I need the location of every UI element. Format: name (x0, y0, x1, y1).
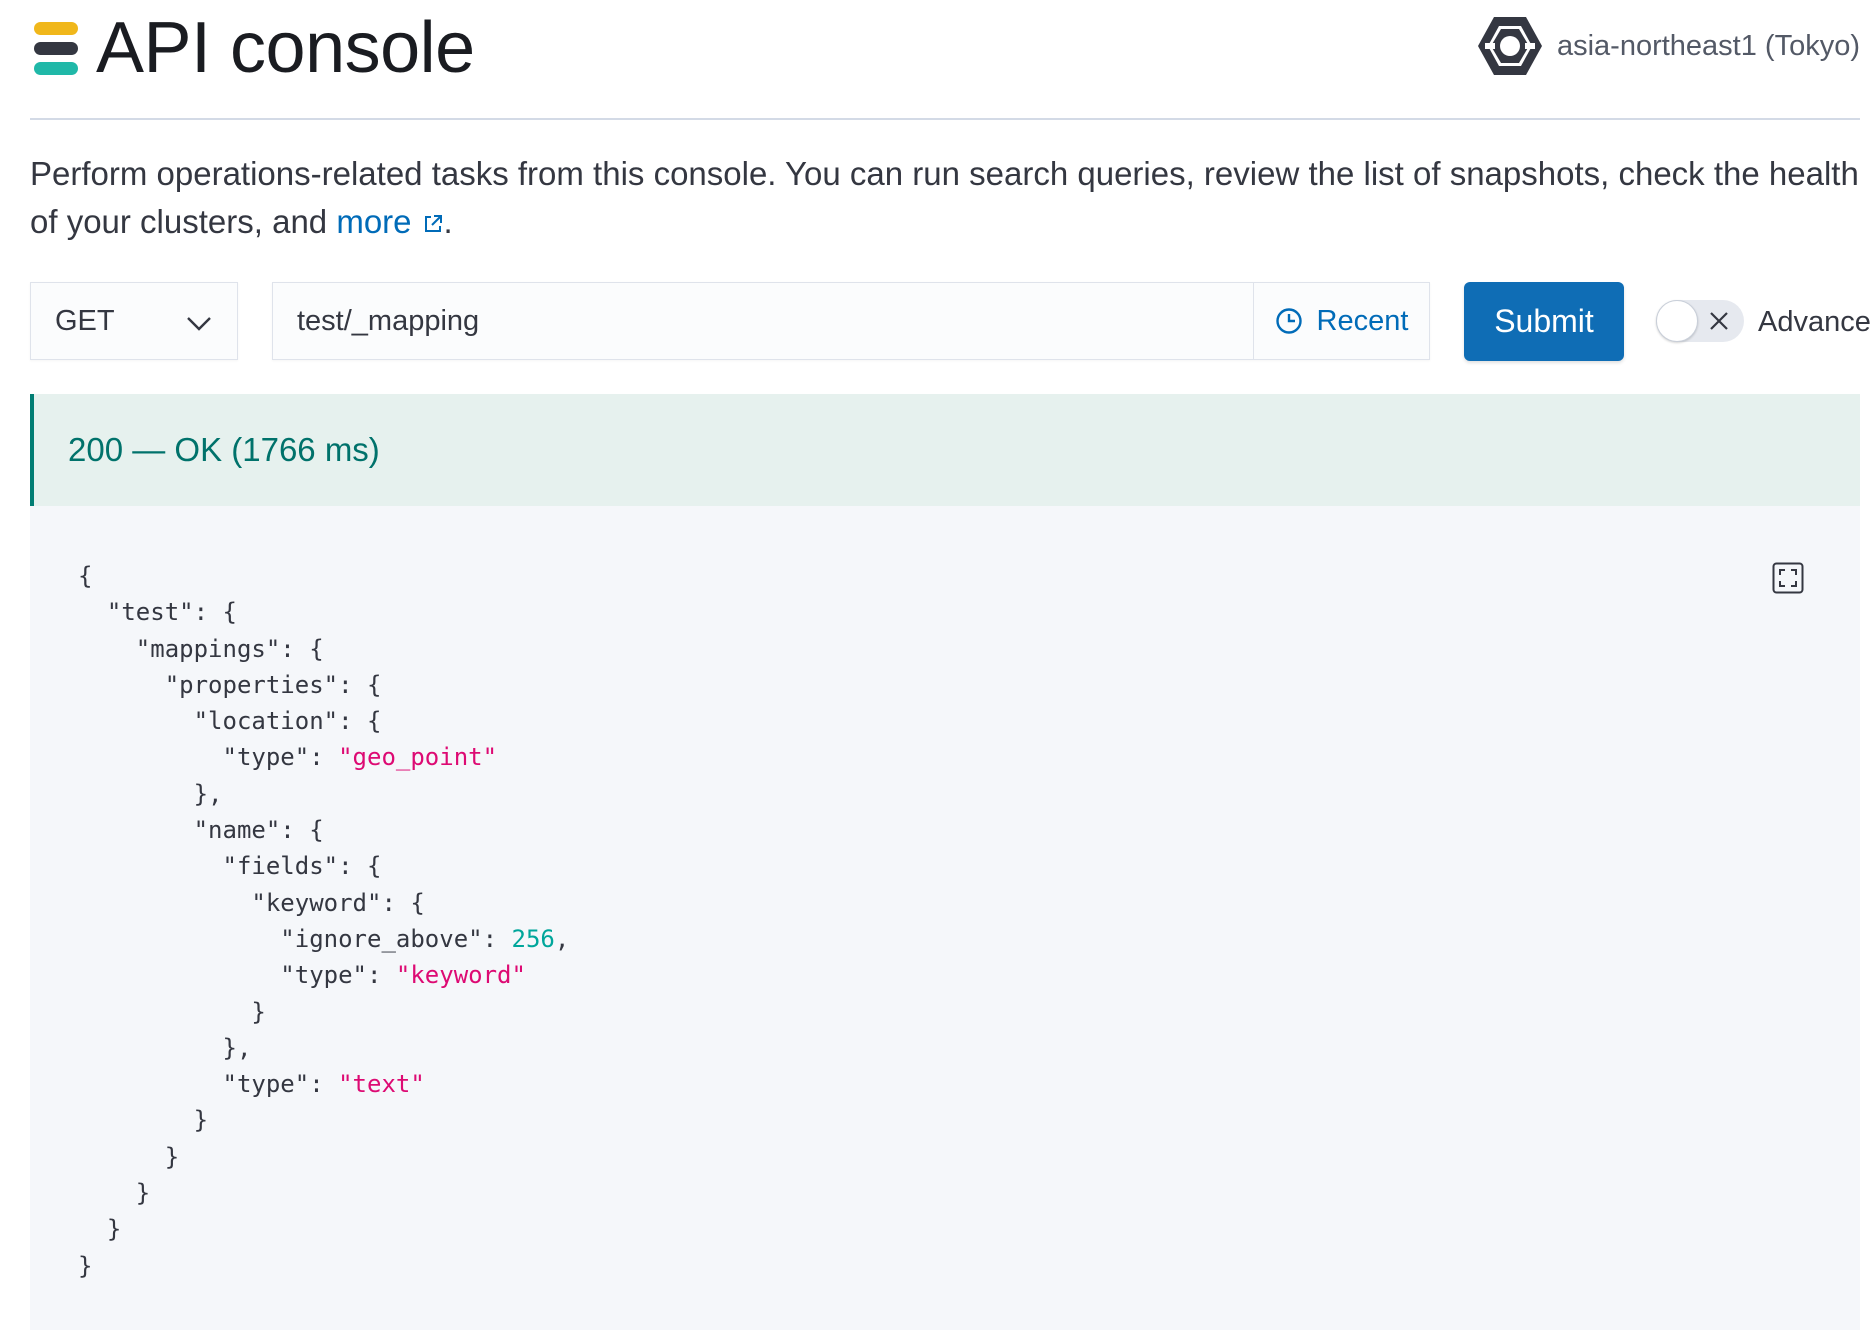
json-key: "mappings" (135, 634, 281, 663)
code-line: "ignore_above": 256, (78, 921, 569, 957)
http-method-select[interactable]: GET (30, 282, 238, 360)
json-key: "fields" (222, 852, 339, 881)
more-link[interactable]: more (336, 203, 443, 240)
json-punctuation: : { (381, 888, 425, 917)
json-key: "test" (106, 598, 194, 627)
json-punctuation: : { (338, 707, 382, 736)
advanced-toggle[interactable] (1656, 300, 1744, 342)
json-punctuation: } (78, 1215, 122, 1244)
request-bar: GET Recent Submit Advanced (30, 282, 1872, 362)
response-status-callout: 200 — OK (1766 ms) (30, 394, 1860, 506)
json-punctuation (78, 925, 280, 953)
toggle-knob (1656, 300, 1698, 342)
json-punctuation: } (78, 1106, 209, 1135)
response-body-panel: { "test": { "mappings": { "properties": … (30, 506, 1860, 1330)
json-punctuation: : { (338, 670, 382, 699)
code-line: } (78, 1139, 569, 1175)
request-path-input[interactable] (273, 283, 1225, 359)
api-console-page: API console asia-northeast1 (Tokyo) Perf… (30, 0, 1872, 1330)
json-punctuation (78, 852, 223, 880)
json-punctuation: } (78, 1179, 151, 1208)
json-punctuation (78, 1070, 223, 1098)
submit-button[interactable]: Submit (1464, 282, 1624, 361)
json-punctuation: } (78, 1142, 180, 1171)
description-suffix: . (443, 203, 453, 240)
json-number-value: 256 (511, 924, 555, 953)
json-punctuation: }, (78, 779, 223, 808)
json-key: "ignore_above" (280, 924, 483, 953)
code-line: } (78, 1102, 569, 1138)
code-line: "type": "keyword" (78, 957, 569, 993)
json-punctuation: , (554, 924, 570, 953)
http-method-value: GET (55, 304, 115, 337)
google-cloud-hexagon-icon (1477, 17, 1542, 75)
page-header: API console asia-northeast1 (Tokyo) (30, 0, 1860, 120)
code-line: "name": { (78, 812, 569, 848)
request-path-field: Recent (272, 282, 1430, 360)
cross-icon (1710, 312, 1728, 330)
json-key: "properties" (164, 670, 339, 699)
json-key: "keyword" (251, 888, 382, 917)
json-punctuation (78, 635, 136, 663)
response-json: { "test": { "mappings": { "properties": … (78, 558, 569, 1284)
external-link-icon (424, 215, 442, 232)
code-line: "type": "text" (78, 1066, 569, 1102)
json-punctuation (78, 671, 165, 699)
elastic-logo-icon (34, 22, 78, 75)
json-punctuation (78, 816, 194, 844)
code-line: { (78, 558, 569, 594)
json-string-value: "text" (338, 1070, 425, 1099)
advanced-label: Advanced (1758, 306, 1872, 338)
json-key: "type" (280, 961, 367, 990)
json-punctuation (78, 961, 280, 989)
chevron-down-icon (187, 317, 211, 331)
json-punctuation: : { (193, 598, 237, 627)
code-line: "mappings": { (78, 631, 569, 667)
region-indicator: asia-northeast1 (Tokyo) (1477, 14, 1860, 78)
json-key: "location" (193, 707, 339, 736)
json-key: "type" (222, 743, 310, 772)
json-punctuation: } (78, 1251, 93, 1280)
code-line: }, (78, 1030, 569, 1066)
json-punctuation: : (482, 924, 512, 953)
fullscreen-icon[interactable] (1772, 562, 1804, 594)
json-punctuation: : (367, 961, 396, 990)
code-line: } (78, 1211, 569, 1247)
code-line: "keyword": { (78, 885, 569, 921)
page-description: Perform operations-related tasks from th… (30, 150, 1860, 246)
recent-label: Recent (1316, 304, 1409, 337)
clock-icon (1275, 308, 1302, 334)
page-title: API console (96, 8, 475, 88)
json-punctuation (78, 598, 107, 626)
json-key: "type" (222, 1070, 310, 1099)
json-punctuation: : (309, 743, 339, 772)
json-string-value: "geo_point" (338, 743, 498, 772)
json-punctuation: }, (78, 1033, 252, 1062)
recent-button[interactable]: Recent (1253, 283, 1429, 359)
code-line: "type": "geo_point" (78, 739, 569, 775)
response-status-text: 200 — OK (1766 ms) (68, 431, 380, 468)
json-punctuation: : { (280, 816, 324, 845)
json-punctuation: } (78, 997, 266, 1026)
code-line: } (78, 1248, 569, 1284)
code-line: "properties": { (78, 667, 569, 703)
json-punctuation: : { (280, 634, 324, 663)
code-line: } (78, 1175, 569, 1211)
code-line: "fields": { (78, 848, 569, 884)
json-string-value: "keyword" (395, 961, 526, 990)
description-text: Perform operations-related tasks from th… (30, 155, 1859, 240)
json-punctuation (78, 889, 251, 917)
code-line: }, (78, 776, 569, 812)
json-punctuation: : { (338, 852, 382, 881)
json-key: "name" (193, 816, 281, 845)
code-line: "test": { (78, 594, 569, 630)
code-line: } (78, 994, 569, 1030)
json-punctuation: { (78, 562, 93, 590)
json-punctuation (78, 743, 223, 771)
region-label: asia-northeast1 (Tokyo) (1556, 29, 1860, 62)
json-punctuation (78, 707, 194, 735)
code-line: "location": { (78, 703, 569, 739)
json-punctuation: : (309, 1070, 339, 1099)
